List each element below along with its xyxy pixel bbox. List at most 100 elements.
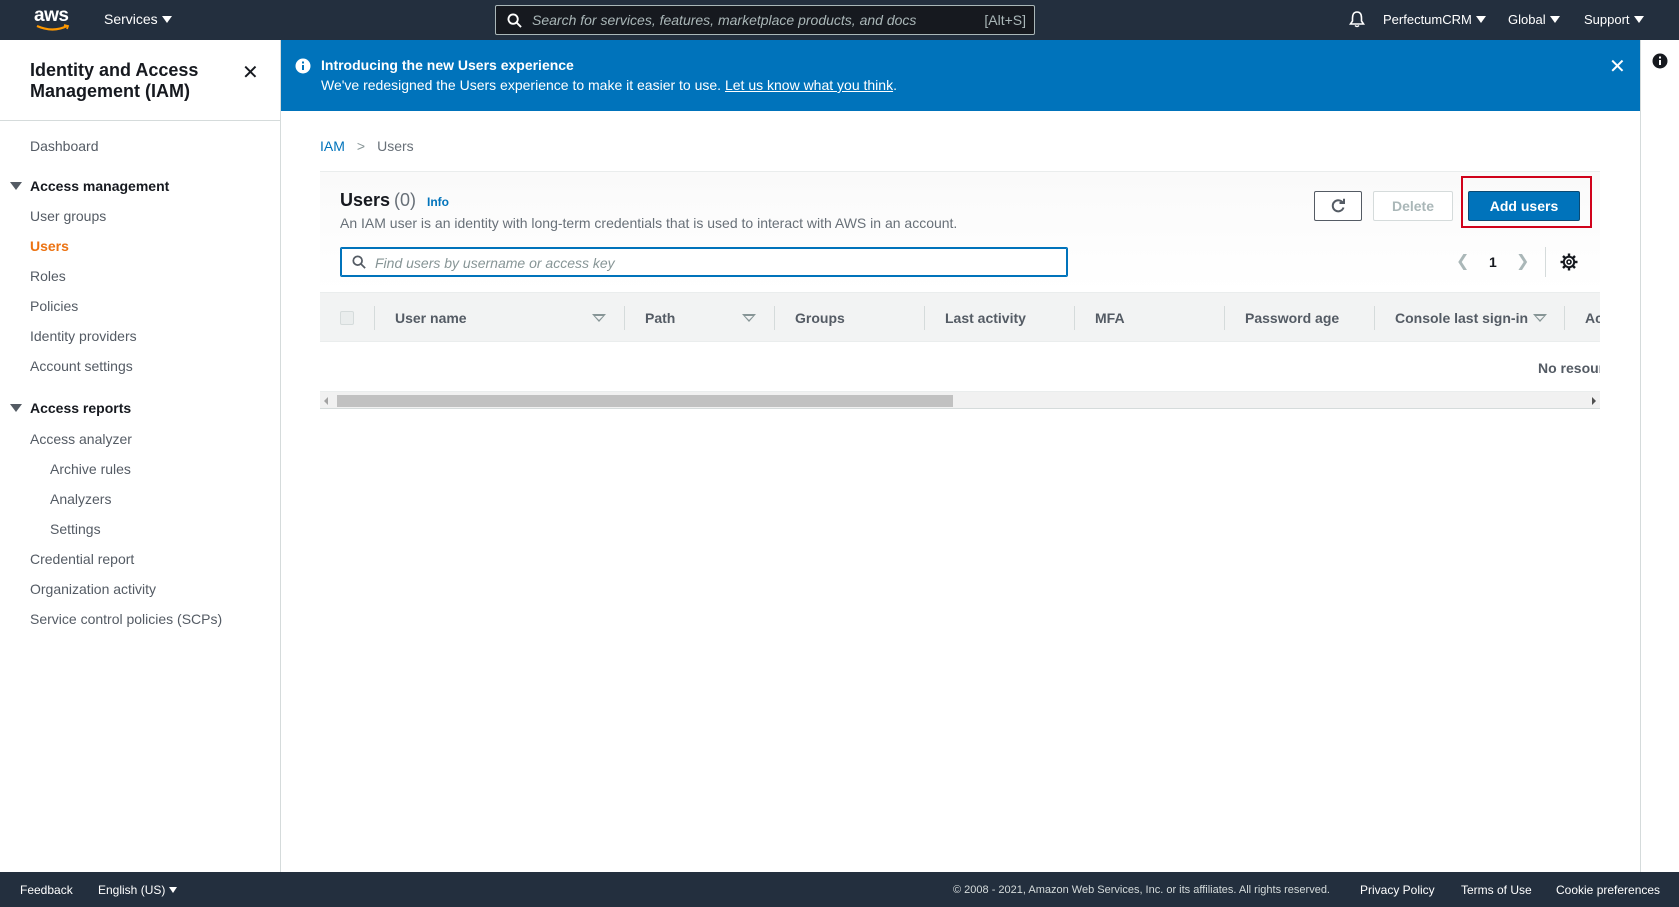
banner-title: Introducing the new Users experience (321, 57, 574, 73)
triangle-down-icon (10, 404, 22, 412)
column-groups[interactable]: Groups (795, 293, 845, 343)
sidebar-item-dashboard[interactable]: Dashboard (30, 138, 99, 154)
sidebar-item-access-analyzer[interactable]: Access analyzer (30, 431, 132, 447)
aws-logo-text: aws (34, 5, 69, 26)
caret-down-icon (1633, 16, 1644, 23)
banner-message: We've redesigned the Users experience to… (321, 77, 897, 93)
scroll-right-icon[interactable] (1592, 397, 1596, 405)
sidebar-item-organization-activity[interactable]: Organization activity (30, 581, 156, 597)
sidebar-item-analyzers[interactable]: Analyzers (50, 491, 111, 507)
gear-icon[interactable] (1560, 253, 1578, 271)
column-password-age[interactable]: Password age (1245, 293, 1339, 343)
users-filter-input[interactable] (375, 253, 975, 273)
global-search[interactable]: [Alt+S] (495, 5, 1035, 35)
select-all-checkbox[interactable] (340, 311, 354, 325)
account-menu[interactable]: PerfectumCRM (1383, 12, 1486, 27)
table-header: User name Path Groups Last activity MFA … (320, 292, 1600, 342)
sidebar-title: Identity and Access Management (IAM) (30, 60, 199, 101)
sort-icon[interactable] (1533, 314, 1547, 322)
footer: Feedback English (US) © 2008 - 2021, Ama… (0, 872, 1679, 907)
terms-of-use-link[interactable]: Terms of Use (1461, 883, 1532, 897)
aws-logo[interactable]: aws (34, 6, 74, 34)
sidebar-item-policies[interactable]: Policies (30, 298, 78, 314)
sidebar-divider (0, 120, 280, 121)
close-icon[interactable]: ✕ (1609, 54, 1626, 79)
support-menu[interactable]: Support (1584, 12, 1644, 27)
column-divider (1224, 306, 1225, 330)
sidebar-item-scps[interactable]: Service control policies (SCPs) (30, 611, 222, 627)
scrollbar-thumb[interactable] (337, 395, 953, 407)
info-icon[interactable] (1652, 53, 1668, 69)
sidebar-item-roles[interactable]: Roles (30, 268, 66, 284)
sort-icon[interactable] (742, 314, 756, 322)
sidebar-item-identity-providers[interactable]: Identity providers (30, 328, 137, 344)
sidebar-item-account-settings[interactable]: Account settings (30, 358, 133, 374)
global-search-input[interactable] (532, 10, 952, 30)
refresh-button[interactable] (1314, 191, 1362, 221)
delete-button[interactable]: Delete (1373, 191, 1453, 221)
page-title: Users (0) (340, 190, 416, 211)
banner-message-text: We've redesigned the Users experience to… (321, 77, 722, 93)
services-label: Services (104, 11, 158, 27)
bell-icon[interactable] (1348, 10, 1366, 28)
users-filter[interactable] (340, 247, 1068, 277)
chevron-right-icon[interactable]: ❯ (1516, 251, 1529, 271)
scroll-left-icon[interactable] (324, 397, 328, 405)
chevron-right-icon: > (356, 138, 366, 154)
refresh-icon (1331, 198, 1345, 213)
page-number[interactable]: 1 (1489, 254, 1497, 270)
region-menu[interactable]: Global (1508, 12, 1560, 27)
column-divider (624, 306, 625, 330)
column-divider (1564, 306, 1565, 330)
section-label: Access management (30, 178, 170, 194)
empty-state: No resources (1538, 360, 1600, 376)
region-label: Global (1508, 12, 1546, 27)
column-divider (1074, 306, 1075, 330)
feedback-link[interactable]: Let us know what you think (725, 77, 893, 93)
info-link[interactable]: Info (427, 195, 449, 209)
breadcrumb-iam[interactable]: IAM (320, 138, 345, 154)
column-user-name[interactable]: User name (395, 293, 467, 343)
close-icon[interactable]: ✕ (242, 60, 259, 85)
chevron-left-icon[interactable]: ❮ (1456, 251, 1469, 271)
add-users-button[interactable]: Add users (1468, 191, 1580, 221)
column-access-key[interactable]: Ac (1585, 293, 1600, 343)
sidebar-section-access-management[interactable]: Access management (10, 178, 169, 194)
column-divider (374, 306, 375, 330)
sidebar-section-access-reports[interactable]: Access reports (10, 400, 131, 416)
top-navigation: aws Services [Alt+S] PerfectumCRM Global… (0, 0, 1679, 40)
users-count: (0) (394, 190, 417, 210)
sidebar-item-settings[interactable]: Settings (50, 521, 101, 537)
section-label: Access reports (30, 400, 132, 416)
users-title-text: Users (340, 190, 391, 210)
language-selector[interactable]: English (US) (98, 883, 178, 897)
feedback-link[interactable]: Feedback (20, 883, 73, 897)
support-label: Support (1584, 12, 1630, 27)
column-path[interactable]: Path (645, 293, 675, 343)
services-menu[interactable]: Services (104, 11, 172, 27)
search-shortcut: [Alt+S] (984, 12, 1026, 28)
column-divider (774, 306, 775, 330)
copyright: © 2008 - 2021, Amazon Web Services, Inc.… (953, 884, 1330, 896)
sidebar-item-users[interactable]: Users (30, 238, 69, 254)
column-divider (1374, 306, 1375, 330)
language-label: English (US) (98, 883, 166, 897)
caret-down-icon (169, 887, 178, 893)
cookie-preferences-link[interactable]: Cookie preferences (1556, 883, 1660, 897)
column-mfa[interactable]: MFA (1095, 293, 1125, 343)
sidebar-item-user-groups[interactable]: User groups (30, 208, 106, 224)
column-divider (924, 306, 925, 330)
privacy-policy-link[interactable]: Privacy Policy (1360, 883, 1435, 897)
triangle-down-icon (10, 182, 22, 190)
info-banner: Introducing the new Users experience We'… (281, 40, 1640, 111)
sidebar-item-archive-rules[interactable]: Archive rules (50, 461, 131, 477)
info-icon (295, 58, 311, 74)
tools-panel (1640, 40, 1679, 872)
caret-down-icon (1475, 16, 1486, 23)
column-console-last-sign-in[interactable]: Console last sign-in (1395, 293, 1528, 343)
horizontal-scrollbar[interactable] (320, 391, 1600, 409)
sidebar-item-credential-report[interactable]: Credential report (30, 551, 134, 567)
caret-down-icon (1549, 16, 1560, 23)
sort-icon[interactable] (592, 314, 606, 322)
column-last-activity[interactable]: Last activity (945, 293, 1026, 343)
